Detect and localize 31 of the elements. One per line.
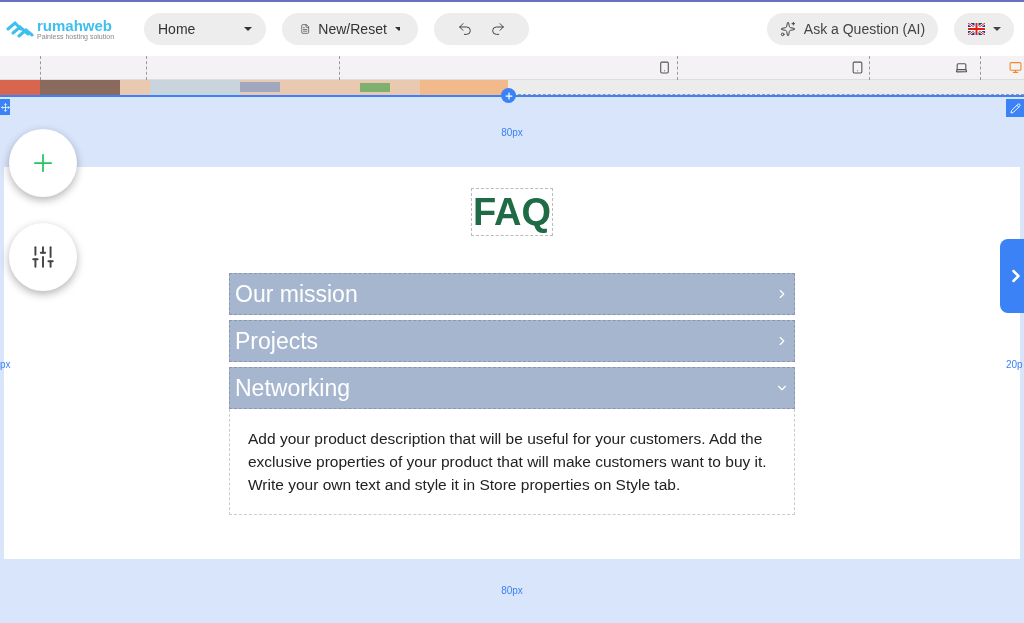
move-icon xyxy=(0,102,10,112)
pencil-icon xyxy=(1009,102,1021,114)
page-select[interactable]: Home xyxy=(144,13,266,45)
monitor-icon[interactable] xyxy=(1009,61,1022,74)
faq-title: FAQ xyxy=(470,188,554,236)
tablet-icon[interactable] xyxy=(851,61,864,74)
ask-ai-button[interactable]: Ask a Question (AI) xyxy=(767,13,938,45)
logo-text: rumahweb xyxy=(37,18,113,33)
caret-icon xyxy=(244,27,252,31)
caret-icon xyxy=(394,27,400,31)
padding-label: 20p xyxy=(1006,358,1023,372)
flag-icon xyxy=(967,23,985,35)
padding-label: px xyxy=(0,358,11,372)
sparkle-icon xyxy=(779,21,796,37)
sliders-icon xyxy=(30,244,56,270)
logo-icon xyxy=(6,20,34,38)
move-handle[interactable] xyxy=(0,99,10,115)
answer-text: Add your product description that will be useful for your customers. Add the exclusive properties of your product that will make customers want to buy it. Write your own text and style it in Store properties on Style tab. xyxy=(248,429,768,495)
caret-icon xyxy=(992,27,1001,31)
edit-button[interactable] xyxy=(1006,99,1024,117)
expand-panel-button[interactable] xyxy=(1000,239,1024,313)
padding-label: 80px xyxy=(501,584,523,598)
new-reset-button[interactable]: New/Reset xyxy=(282,13,418,45)
document-icon xyxy=(300,21,311,37)
language-button[interactable] xyxy=(954,13,1014,45)
redo-icon[interactable] xyxy=(490,21,507,37)
undo-icon[interactable] xyxy=(456,21,473,37)
laptop-icon[interactable] xyxy=(955,61,968,74)
padding-label: 80px xyxy=(501,125,523,140)
phone-icon[interactable] xyxy=(658,61,671,74)
plus-icon xyxy=(503,90,514,101)
